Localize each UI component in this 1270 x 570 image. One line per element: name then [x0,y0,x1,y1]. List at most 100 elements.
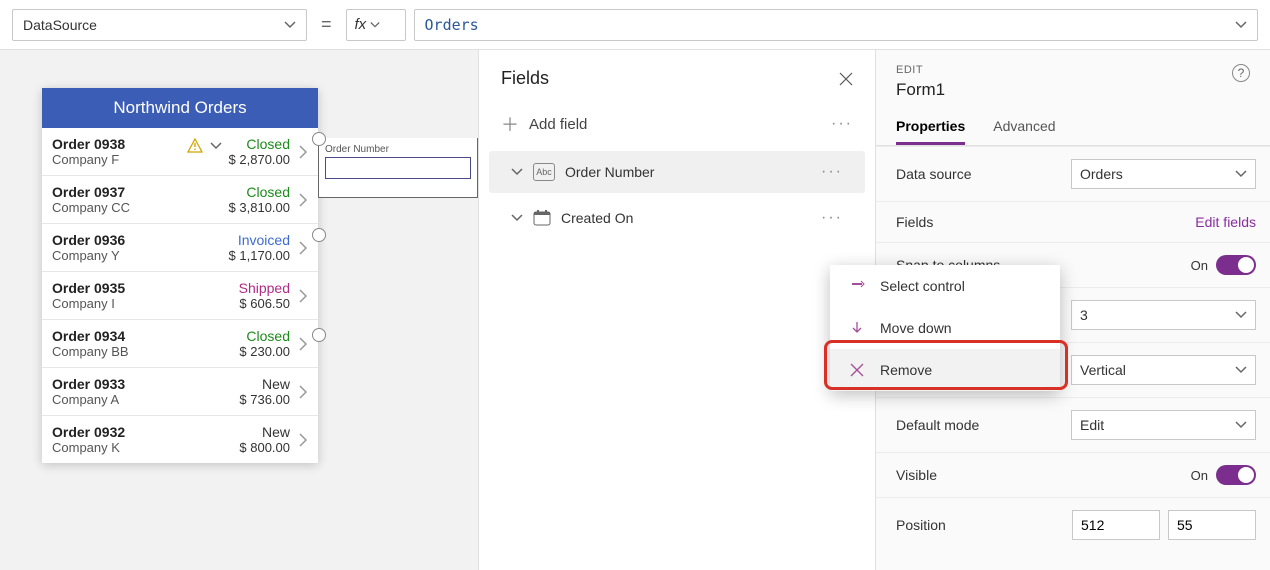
formula-input[interactable] [425,16,1235,34]
dropdown-value: Vertical [1080,362,1126,378]
order-title: Order 0932 [52,424,200,440]
chevron-down-icon[interactable] [511,212,523,224]
gallery-row[interactable]: Order 0936Company YInvoiced$ 1,170.00 [42,223,318,271]
properties-header: EDIT Form1 ? [876,50,1270,108]
order-company: Company K [52,440,200,455]
chevron-down-icon [284,19,296,31]
fields-pane: Fields ＋ Add field ··· AbcOrder Number··… [478,50,875,570]
visible-toggle[interactable] [1216,465,1256,485]
select-control-icon [848,277,866,295]
chevron-down-icon [1235,364,1247,376]
close-icon[interactable] [839,72,853,86]
ctx-remove[interactable]: Remove [830,349,1060,391]
order-amount: $ 1,170.00 [200,248,290,263]
chevron-right-icon[interactable] [298,192,308,208]
order-company: Company CC [52,200,200,215]
equals-sign: = [321,14,332,35]
date-type-icon [533,209,551,227]
gallery-row[interactable]: Order 0934Company BBClosed$ 230.00 [42,319,318,367]
gallery-header: Northwind Orders [42,88,318,128]
order-amount: $ 800.00 [200,440,290,455]
field-context-menu: Select control Move down Remove [830,265,1060,391]
more-icon[interactable]: ··· [821,209,843,227]
chevron-down-icon [1235,168,1247,180]
prop-default-mode: Default mode Edit [876,397,1270,452]
prop-data-source: Data source Orders [876,146,1270,201]
add-field-button[interactable]: ＋ Add field ··· [479,101,875,147]
datacard-label: Order Number [325,144,471,155]
chevron-right-icon[interactable] [298,384,308,400]
chevron-down-icon[interactable] [1235,19,1247,31]
order-company: Company A [52,392,200,407]
chevron-right-icon[interactable] [298,240,308,256]
more-icon[interactable]: ··· [821,163,843,181]
position-y-input[interactable] [1168,510,1256,540]
fx-button[interactable]: fx [346,9,406,41]
field-name: Created On [561,210,633,226]
prop-label: Position [896,517,946,533]
edit-fields-link[interactable]: Edit fields [1195,214,1256,230]
ctx-select-control[interactable]: Select control [830,265,1060,307]
order-title: Order 0937 [52,184,200,200]
chevron-right-icon[interactable] [298,432,308,448]
order-title: Order 0936 [52,232,200,248]
gallery-row[interactable]: Order 0938Company FClosed$ 2,870.00 [42,128,318,175]
order-title: Order 0934 [52,328,200,344]
ctx-remove-label: Remove [880,362,932,378]
chevron-right-icon[interactable] [298,144,308,160]
text-type-icon: Abc [533,163,555,181]
order-amount: $ 230.00 [200,344,290,359]
order-company: Company BB [52,344,200,359]
gallery-row[interactable]: Order 0933Company ANew$ 736.00 [42,367,318,415]
field-item[interactable]: Created On ··· [489,197,865,239]
ctx-move-down[interactable]: Move down [830,307,1060,349]
property-selector[interactable]: DataSource [12,9,307,41]
position-x-input[interactable] [1072,510,1160,540]
edit-label: EDIT [896,64,945,76]
order-title: Order 0933 [52,376,200,392]
orders-gallery[interactable]: Northwind Orders Order 0938Company FClos… [42,88,318,463]
prop-label: Default mode [896,417,979,433]
toggle-label: On [1191,258,1208,273]
formula-input-container[interactable] [414,9,1258,41]
snap-toggle[interactable] [1216,255,1256,275]
gallery-row[interactable]: Order 0932Company KNew$ 800.00 [42,415,318,463]
help-icon[interactable]: ? [1232,64,1250,82]
chevron-down-icon[interactable] [210,140,222,152]
prop-label: Fields [896,214,933,230]
prop-visible: Visible On [876,452,1270,497]
chevron-right-icon[interactable] [298,288,308,304]
form-control[interactable]: Order Number [318,138,478,198]
plus-icon: ＋ [501,111,519,137]
gallery-row[interactable]: Order 0935Company IShipped$ 606.50 [42,271,318,319]
chevron-right-icon[interactable] [298,336,308,352]
order-amount: $ 606.50 [200,296,290,311]
order-amount: $ 3,810.00 [200,200,290,215]
prop-position: Position [876,497,1270,552]
add-field-label: Add field [529,116,587,133]
resize-handle[interactable] [312,132,326,146]
default-mode-dropdown[interactable]: Edit [1071,410,1256,440]
resize-handle[interactable] [312,228,326,242]
prop-edit-fields: Fields Edit fields [876,201,1270,242]
field-item[interactable]: AbcOrder Number··· [489,151,865,193]
remove-icon [848,361,866,379]
columns-dropdown[interactable]: 3 [1071,300,1256,330]
datacard-input[interactable] [325,157,471,179]
warning-icon [187,138,203,154]
tab-advanced[interactable]: Advanced [993,118,1055,145]
tab-properties[interactable]: Properties [896,118,965,145]
resize-handle[interactable] [312,328,326,342]
canvas-area: Northwind Orders Order 0938Company FClos… [0,50,478,570]
order-status: New [200,424,290,440]
data-source-dropdown[interactable]: Orders [1071,159,1256,189]
property-selector-value: DataSource [23,17,97,33]
prop-label: Visible [896,467,937,483]
chevron-down-icon[interactable] [511,166,523,178]
form-body: Order Number [318,138,478,198]
layout-dropdown[interactable]: Vertical [1071,355,1256,385]
more-icon[interactable]: ··· [831,115,853,133]
order-amount: $ 736.00 [200,392,290,407]
toggle-label: On [1191,468,1208,483]
gallery-row[interactable]: Order 0937Company CCClosed$ 3,810.00 [42,175,318,223]
